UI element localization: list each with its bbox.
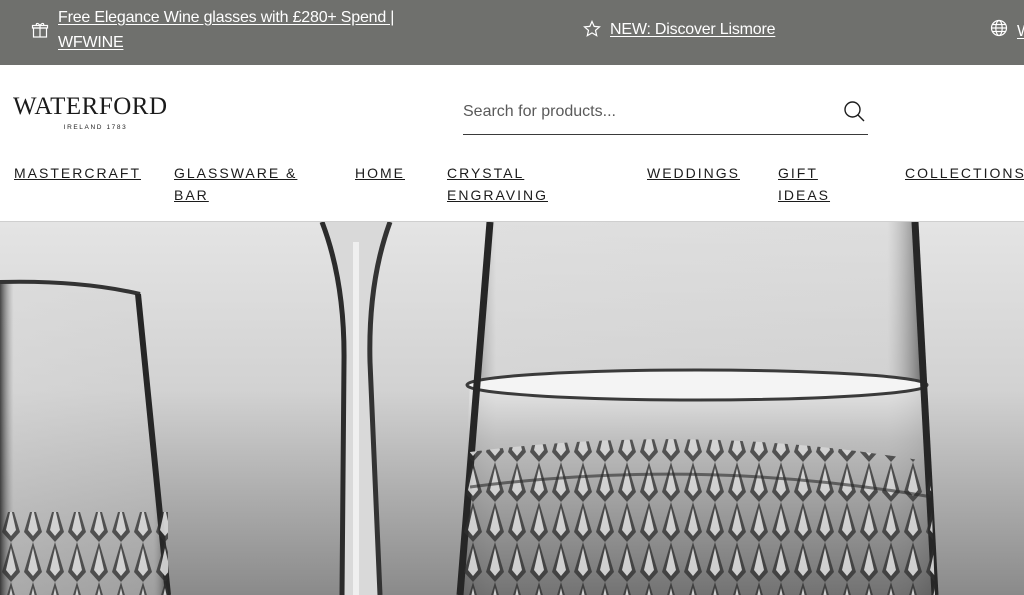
promo-bar: Free Elegance Wine glasses with £280+ Sp… (0, 0, 1024, 65)
nav-item-weddings[interactable]: WEDDINGS (647, 162, 740, 184)
promo-free-glasses-link[interactable]: Free Elegance Wine glasses with £280+ Sp… (58, 5, 411, 55)
logo-wordmark: WATERFORD (13, 93, 168, 120)
nav-item-home[interactable]: HOME (355, 162, 405, 184)
promo-lismore: NEW: Discover Lismore (583, 17, 776, 42)
nav-item-crystal-engraving[interactable]: CRYSTAL ENGRAVING (447, 162, 557, 206)
nav-item-collections[interactable]: COLLECTIONS (905, 162, 1024, 184)
waterford-logo[interactable]: WATERFORD IRELAND 1783 (13, 93, 183, 132)
search-bar (463, 95, 868, 135)
nav-item-glassware-bar[interactable]: GLASSWARE & BAR (174, 162, 304, 206)
promo-lismore-link[interactable]: NEW: Discover Lismore (610, 17, 776, 42)
nav-item-gift-ideas[interactable]: GIFT IDEAS (778, 162, 838, 206)
site-header: WATERFORD IRELAND 1783 (0, 65, 1024, 155)
search-icon[interactable] (842, 99, 866, 123)
nav-item-mastercraft[interactable]: MASTERCRAFT (14, 162, 141, 184)
search-input[interactable] (463, 95, 823, 129)
promo-country: W (990, 19, 1024, 44)
globe-icon (990, 19, 1008, 37)
crystal-glassware-illustration (0, 222, 1024, 595)
main-nav: MASTERCRAFT GLASSWARE & BAR HOME CRYSTAL… (0, 155, 1024, 222)
logo-tagline: IRELAND 1783 (63, 124, 128, 131)
gift-icon (31, 22, 49, 38)
star-icon (583, 20, 601, 37)
promo-free-glasses: Free Elegance Wine glasses with £280+ Sp… (31, 5, 411, 55)
hero-image[interactable] (0, 222, 1024, 595)
promo-country-link[interactable]: W (1017, 19, 1024, 44)
